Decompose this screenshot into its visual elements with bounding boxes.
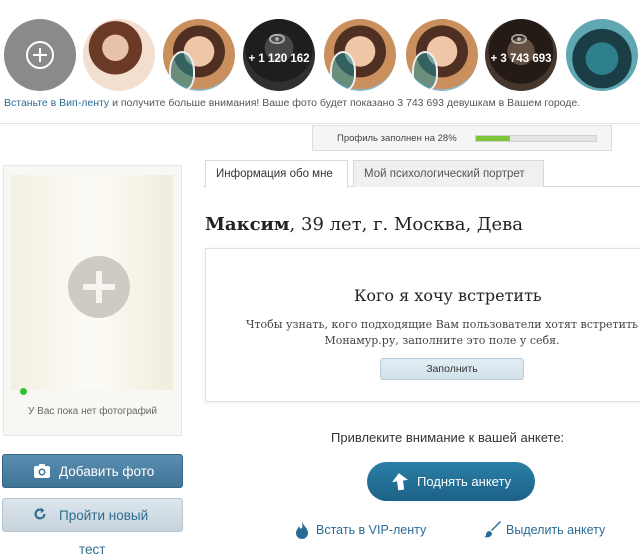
brush-icon <box>484 521 501 538</box>
who-to-meet-description: Чтобы узнать, кого подходящие Вам пользо… <box>242 317 640 349</box>
vip-avatar[interactable] <box>324 19 396 91</box>
viewer-count: + 1 120 162 <box>248 53 310 65</box>
who-to-meet-title: Кого я хочу встретить <box>354 286 542 305</box>
vip-avatar[interactable] <box>163 19 235 91</box>
profile-heading: Максим, 39 лет, г. Москва, Дева <box>205 214 523 235</box>
vip-avatar[interactable]: + 1 120 162 <box>243 19 315 91</box>
eye-icon <box>269 34 285 44</box>
mascot-icon <box>330 51 356 91</box>
profile-completeness-label: Профиль заполнен на 28% <box>337 133 457 144</box>
join-vip-label: Встать в VIP-ленту <box>316 523 427 537</box>
attract-attention-text: Привлеките внимание к вашей анкете: <box>331 430 565 445</box>
photo-panel: У Вас пока нет фотографий <box>3 165 182 436</box>
add-photo-plus-icon[interactable] <box>68 256 130 318</box>
photo-placeholder[interactable] <box>11 175 173 395</box>
add-photo-label: Добавить фото <box>59 464 155 479</box>
mascot-icon <box>169 51 195 91</box>
refresh-icon <box>34 507 46 520</box>
join-vip-link[interactable]: Встать в VIP-ленту <box>294 521 464 541</box>
who-to-meet-card: Кого я хочу встретить Чтобы узнать, кого… <box>205 248 640 402</box>
profile-details: , 39 лет, г. Москва, Дева <box>289 214 524 235</box>
who-to-meet-description-line1: Чтобы узнать, кого подходящие Вам пользо… <box>245 318 639 331</box>
eye-icon <box>511 34 527 44</box>
take-test-label-continued[interactable]: тест <box>79 542 105 557</box>
profile-name: Максим <box>205 214 290 235</box>
vip-avatar[interactable] <box>406 19 478 91</box>
who-to-meet-description-line2: Монамур.ру, заполните это поле у себя. <box>324 334 560 347</box>
no-photo-text: У Вас пока нет фотографий <box>28 406 157 417</box>
add-photo-button[interactable]: Добавить фото <box>2 454 183 488</box>
highlight-profile-link[interactable]: Выделить анкету <box>484 521 624 541</box>
vip-avatar[interactable] <box>83 19 155 91</box>
profile-progress-bar <box>475 135 597 142</box>
profile-completeness: Профиль заполнен на 28% <box>312 125 612 151</box>
tab-psychological-portrait[interactable]: Мой психологический портрет <box>353 160 544 187</box>
take-test-label: Пройти новый <box>59 508 149 523</box>
vip-strip: + 1 120 162 + 3 743 693 <box>0 0 640 96</box>
divider <box>0 123 640 124</box>
vip-promo-description: и получите больше внимания! Ваше фото бу… <box>109 97 581 109</box>
raise-profile-button[interactable]: Поднять анкету <box>367 462 535 501</box>
take-test-button[interactable]: Пройти новый <box>2 498 183 532</box>
add-to-vip-button[interactable] <box>4 19 76 91</box>
mascot-icon <box>412 51 438 91</box>
camera-icon <box>34 464 50 478</box>
profile-progress-fill <box>476 136 510 141</box>
plus-circle-icon <box>26 41 54 69</box>
tab-about-me[interactable]: Информация обо мне <box>205 160 348 188</box>
vip-avatar[interactable]: + 3 743 693 <box>485 19 557 91</box>
vip-avatar[interactable] <box>566 19 638 91</box>
online-status-dot <box>20 388 27 395</box>
flame-icon <box>296 521 308 539</box>
vip-promo-text: Встаньте в Вип-ленту и получите больше в… <box>4 97 580 109</box>
highlight-profile-label: Выделить анкету <box>506 523 606 537</box>
fill-in-button[interactable]: Заполнить <box>380 358 524 380</box>
viewer-count: + 3 743 693 <box>490 53 552 65</box>
vip-promo-link[interactable]: Встаньте в Вип-ленту <box>4 97 109 109</box>
arrow-up-icon <box>392 473 408 491</box>
raise-profile-label: Поднять анкету <box>417 474 512 489</box>
